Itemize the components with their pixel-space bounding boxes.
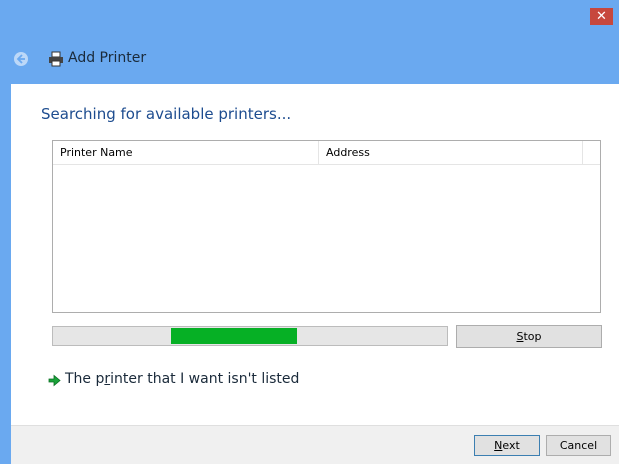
stop-button[interactable]: Stop xyxy=(456,325,602,348)
printer-icon xyxy=(49,51,63,67)
list-header: Printer Name Address xyxy=(53,141,600,165)
cancel-button[interactable]: Cancel xyxy=(546,435,611,456)
progress-fill xyxy=(171,328,297,344)
column-header-address[interactable]: Address xyxy=(319,141,583,164)
link-text-end: inter that I want isn't listed xyxy=(110,371,300,387)
search-heading: Searching for available printers... xyxy=(41,105,292,123)
column-header-printer-name[interactable]: Printer Name xyxy=(53,141,319,164)
next-label: ext xyxy=(502,439,520,452)
link-text-start: The p xyxy=(65,371,105,387)
printer-not-listed-link[interactable]: The printer that I want isn't listed xyxy=(48,371,300,387)
wizard-header: Add Printer xyxy=(0,32,619,84)
search-progress-bar xyxy=(52,326,448,346)
title-bar: ✕ xyxy=(0,0,619,32)
back-button[interactable] xyxy=(14,52,28,66)
wizard-title: Add Printer xyxy=(68,50,147,66)
close-icon: ✕ xyxy=(596,9,607,24)
printer-list[interactable]: Printer Name Address xyxy=(52,140,601,313)
stop-label: top xyxy=(523,330,542,343)
back-arrow-icon xyxy=(16,54,25,64)
next-button[interactable]: Next xyxy=(474,435,540,456)
green-arrow-icon xyxy=(48,374,61,387)
close-button[interactable]: ✕ xyxy=(590,8,613,25)
